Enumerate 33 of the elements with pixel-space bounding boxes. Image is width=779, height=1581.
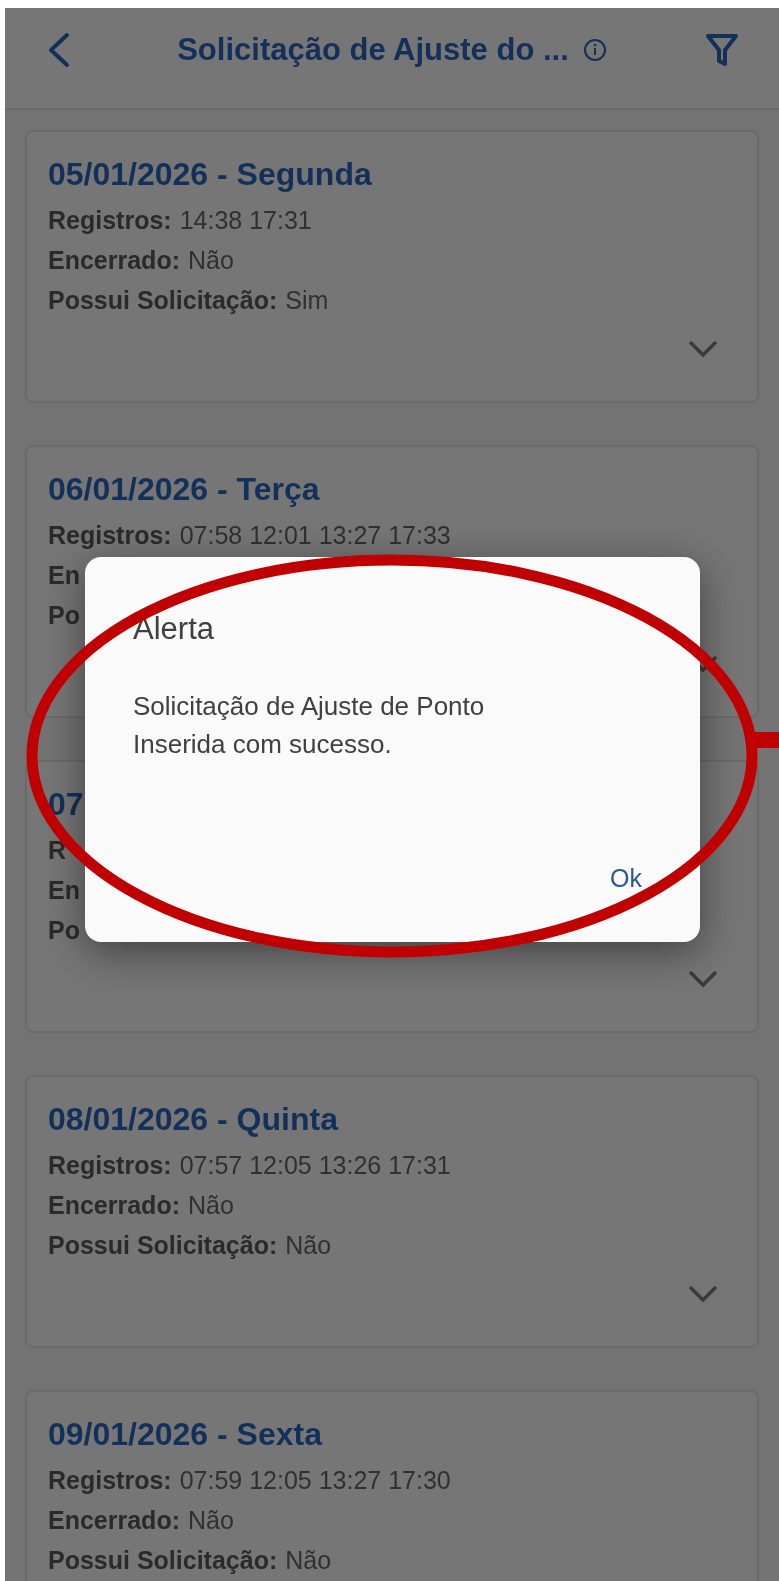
card-date: 07 <box>48 785 84 824</box>
dialog-title: Alerta <box>133 610 215 648</box>
page-title: Solicitação de Ajuste do ... <box>177 30 569 69</box>
field-value: Não <box>188 1190 234 1221</box>
field-value: Não <box>188 1505 234 1536</box>
field-label: Registros: <box>48 520 172 551</box>
field-value: 14:38 17:31 <box>179 205 312 236</box>
field-label: Po <box>48 600 80 631</box>
field-label: Possui Solicitação: <box>48 1230 278 1261</box>
field-label: Registros: <box>48 1150 172 1181</box>
field-label: En <box>48 875 80 906</box>
field-value: Sim <box>285 285 329 316</box>
field-label: Po <box>48 915 80 946</box>
field-label: En <box>48 560 80 591</box>
field-value: Não <box>285 1230 332 1261</box>
dialog-message: Solicitação de Ajuste de Ponto Inserida com sucesso. <box>133 690 486 761</box>
field-label: Possui Solicitação: <box>48 285 278 316</box>
field-value: Não <box>188 245 234 276</box>
field-value: 07:58 12:01 13:27 17:33 <box>179 520 451 551</box>
field-value: 07:57 12:05 13:26 17:31 <box>179 1150 451 1181</box>
card-date: 08/01/2026 - Quinta <box>48 1100 338 1139</box>
field-label: Encerrado: <box>48 1190 180 1221</box>
field-label: Registros: <box>48 205 172 236</box>
field-value: Não <box>285 1545 332 1576</box>
field-label: Registros: <box>48 1465 172 1496</box>
card-date: 09/01/2026 - Sexta <box>48 1415 322 1454</box>
field-label: Possui Solicitação: <box>48 1545 278 1576</box>
field-label: Encerrado: <box>48 245 180 276</box>
card-date: 05/01/2026 - Segunda <box>48 155 372 194</box>
field-label: Encerrado: <box>48 1505 180 1536</box>
field-label: R <box>48 835 67 866</box>
card-date: 06/01/2026 - Terça <box>48 470 320 509</box>
field-value: 07:59 12:05 13:27 17:30 <box>179 1465 451 1496</box>
